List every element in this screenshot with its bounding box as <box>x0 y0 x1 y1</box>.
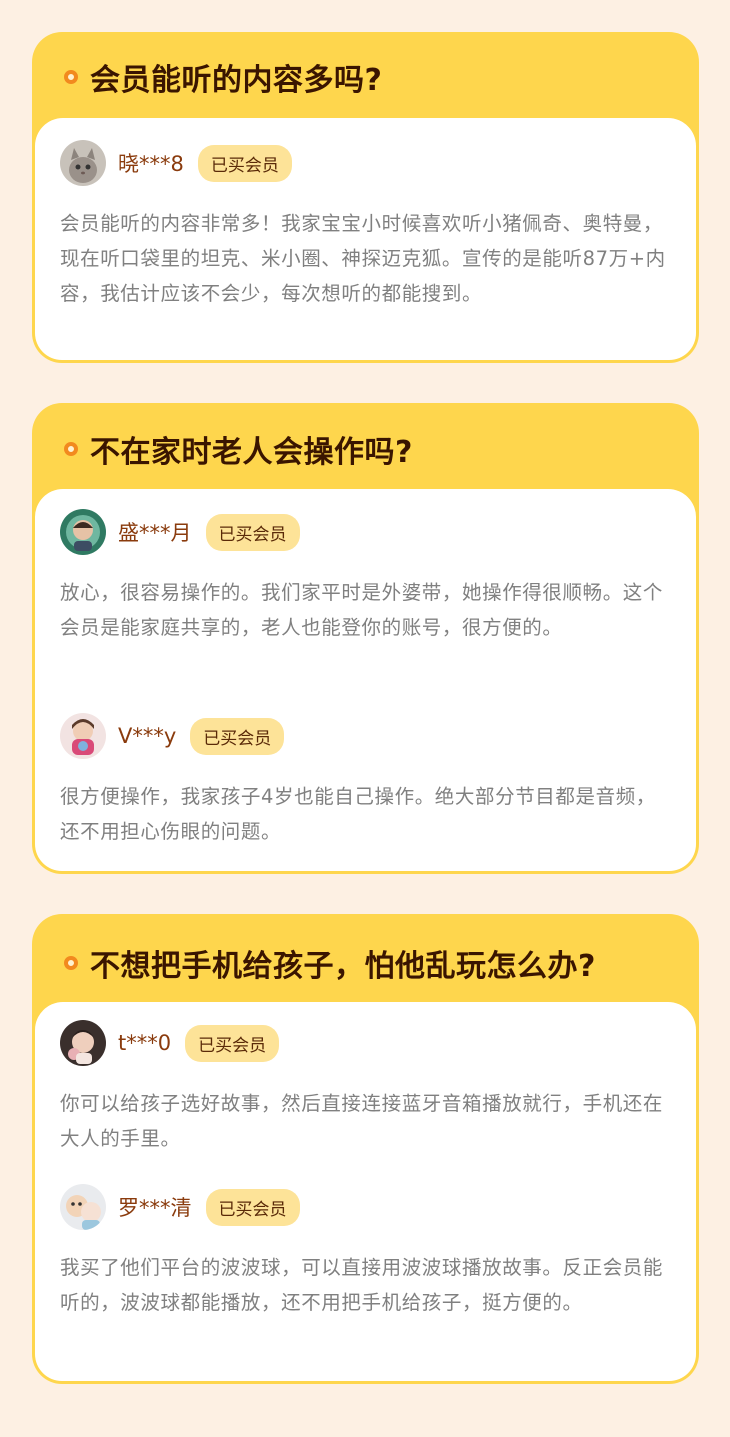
review-text: 放心，很容易操作的。我们家平时是外婆带，她操作得很顺畅。这个会员是能家庭共享的，… <box>60 581 664 639</box>
review-header: 罗***清 已买会员 <box>60 1182 671 1232</box>
faq-question: 不在家时老人会操作吗? <box>90 435 413 470</box>
review-item: V***y 已买会员 很方便操作，我家孩子4岁也能自己操作。绝大部分节目都是音频… <box>60 711 671 849</box>
review-text: 会员能听的内容非常多！我家宝宝小时候喜欢听小猪佩奇、奥特曼，现在听口袋里的坦克、… <box>60 212 666 305</box>
review-panel: 盛***月 已买会员 放心，很容易操作的。我们家平时是外婆带，她操作得很顺畅。这… <box>35 489 696 871</box>
username: 晓***8 <box>118 152 184 176</box>
faq-card-title: 会员能听的内容多吗? <box>32 32 699 122</box>
review-item: t***0 已买会员 你可以给孩子选好故事，然后直接连接蓝牙音箱播放就行，手机还… <box>60 1018 671 1156</box>
review-item: 盛***月 已买会员 放心，很容易操作的。我们家平时是外婆带，她操作得很顺畅。这… <box>60 507 671 645</box>
faq-card-phone: 不想把手机给孩子，怕他乱玩怎么办? t***0 已买会员 你可以给孩子选好故事，… <box>32 914 699 1384</box>
faq-card-title: 不想把手机给孩子，怕他乱玩怎么办? <box>32 914 699 1012</box>
review-header: t***0 已买会员 <box>60 1018 671 1068</box>
member-badge: 已买会员 <box>197 144 292 182</box>
review-text: 很方便操作，我家孩子4岁也能自己操作。绝大部分节目都是音频，还不用担心伤眼的问题… <box>60 785 656 843</box>
member-badge: 已买会员 <box>205 513 300 551</box>
username: 罗***清 <box>118 1196 192 1220</box>
review-header: 盛***月 已买会员 <box>60 507 671 557</box>
review-header: 晓***8 已买会员 <box>60 138 671 188</box>
username: V***y <box>118 724 177 748</box>
review-text: 我买了他们平台的波波球，可以直接用波波球播放故事。反正会员能听的，波波球都能播放… <box>60 1256 664 1314</box>
faq-question: 会员能听的内容多吗? <box>90 63 383 98</box>
faq-card-content: 会员能听的内容多吗? 晓***8 已买会员 会员能听的内容非常多！我家宝宝小时候… <box>32 32 699 363</box>
member-badge: 已买会员 <box>185 1024 280 1062</box>
username: 盛***月 <box>118 521 192 545</box>
review-item: 晓***8 已买会员 会员能听的内容非常多！我家宝宝小时候喜欢听小猪佩奇、奥特曼… <box>60 138 671 311</box>
review-header: V***y 已买会员 <box>60 711 671 761</box>
faq-card-elderly: 不在家时老人会操作吗? 盛***月 已买会员 放心，很容易操作的。我们家平时是外… <box>32 403 699 874</box>
member-badge: 已买会员 <box>205 1188 300 1226</box>
faq-card-title: 不在家时老人会操作吗? <box>32 403 699 495</box>
bullet-dot-icon <box>64 442 78 456</box>
girl-avatar <box>60 713 106 759</box>
faq-question: 不想把手机给孩子，怕他乱玩怎么办? <box>90 949 596 984</box>
review-panel: 晓***8 已买会员 会员能听的内容非常多！我家宝宝小时候喜欢听小猪佩奇、奥特曼… <box>35 118 696 360</box>
dog-avatar <box>60 1184 106 1230</box>
child-avatar <box>60 509 106 555</box>
member-badge: 已买会员 <box>190 717 285 755</box>
cat-avatar <box>60 140 106 186</box>
bullet-dot-icon <box>64 956 78 970</box>
bullet-dot-icon <box>64 70 78 84</box>
review-text: 你可以给孩子选好故事，然后直接连接蓝牙音箱播放就行，手机还在大人的手里。 <box>60 1092 664 1150</box>
review-panel: t***0 已买会员 你可以给孩子选好故事，然后直接连接蓝牙音箱播放就行，手机还… <box>35 1002 696 1381</box>
username: t***0 <box>118 1031 172 1055</box>
review-item: 罗***清 已买会员 我买了他们平台的波波球，可以直接用波波球播放故事。反正会员… <box>60 1182 671 1320</box>
baby-avatar <box>60 1020 106 1066</box>
